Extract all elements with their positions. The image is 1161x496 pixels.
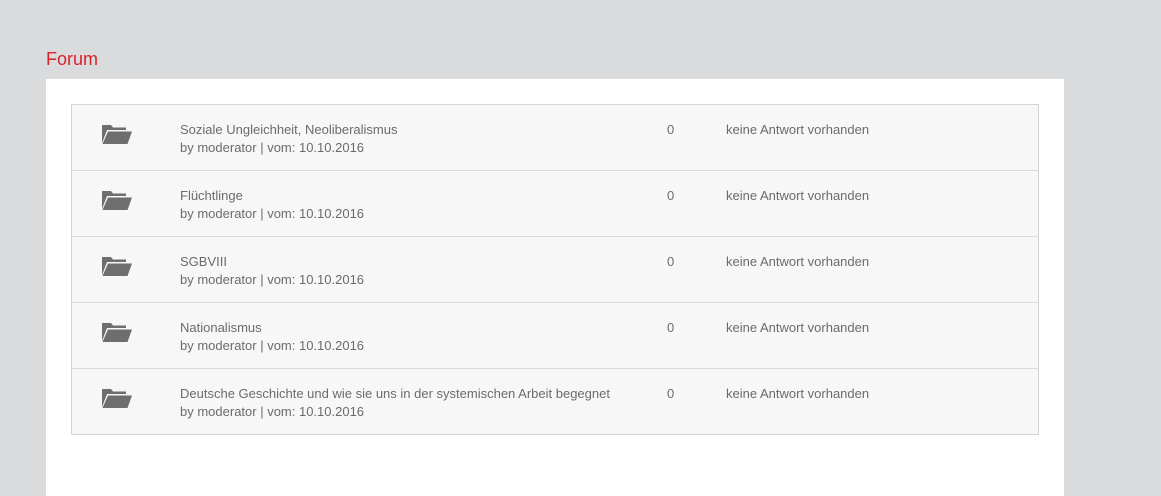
folder-open-icon xyxy=(102,191,132,210)
reply-count: 0 xyxy=(667,122,675,137)
topic-meta: by moderator | vom: 10.10.2016 xyxy=(180,272,365,287)
last-reply-text: keine Antwort vorhanden xyxy=(726,188,870,203)
folder-open-icon xyxy=(102,389,132,408)
reply-count: 0 xyxy=(667,188,675,203)
forum-topic-row[interactable]: Soziale Ungleichheit, Neoliberalismus by… xyxy=(72,105,1038,170)
forum-topic-row[interactable]: Nationalismus by moderator | vom: 10.10.… xyxy=(72,302,1038,368)
folder-open-icon xyxy=(102,257,132,276)
folder-open-icon xyxy=(102,323,132,342)
reply-count: 0 xyxy=(667,254,675,269)
topic-meta: by moderator | vom: 10.10.2016 xyxy=(180,338,365,353)
folder-open-icon xyxy=(102,125,132,144)
forum-topic-row[interactable]: Flüchtlinge by moderator | vom: 10.10.20… xyxy=(72,170,1038,236)
last-reply-text: keine Antwort vorhanden xyxy=(726,122,870,137)
topic-meta: by moderator | vom: 10.10.2016 xyxy=(180,404,365,419)
last-reply-text: keine Antwort vorhanden xyxy=(726,254,870,269)
reply-count: 0 xyxy=(667,320,675,335)
forum-panel: Soziale Ungleichheit, Neoliberalismus by… xyxy=(46,79,1064,496)
topic-title[interactable]: Nationalismus xyxy=(180,319,364,336)
topic-title[interactable]: Soziale Ungleichheit, Neoliberalismus xyxy=(180,121,398,138)
forum-topic-list: Soziale Ungleichheit, Neoliberalismus by… xyxy=(71,104,1039,435)
page-title: Forum xyxy=(46,49,99,69)
last-reply-text: keine Antwort vorhanden xyxy=(726,386,870,401)
forum-topic-row[interactable]: Deutsche Geschichte und wie sie uns in d… xyxy=(72,368,1038,434)
topic-meta: by moderator | vom: 10.10.2016 xyxy=(180,206,365,221)
reply-count: 0 xyxy=(667,386,675,401)
topic-title[interactable]: Deutsche Geschichte und wie sie uns in d… xyxy=(180,385,610,402)
topic-title[interactable]: Flüchtlinge xyxy=(180,187,364,204)
topic-title[interactable]: SGBVIII xyxy=(180,253,364,270)
last-reply-text: keine Antwort vorhanden xyxy=(726,320,870,335)
forum-topic-row[interactable]: SGBVIII by moderator | vom: 10.10.2016 0… xyxy=(72,236,1038,302)
topic-meta: by moderator | vom: 10.10.2016 xyxy=(180,140,365,155)
